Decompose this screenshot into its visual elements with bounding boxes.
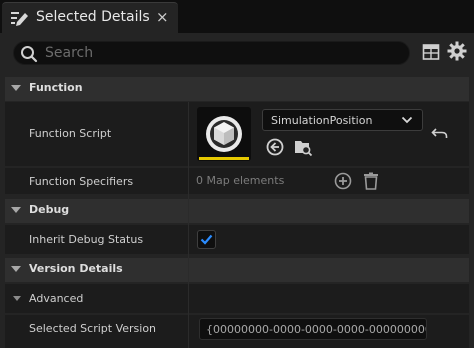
reset-to-default-icon[interactable] [431,126,449,142]
collapse-arrow-icon [11,85,21,91]
add-element-icon[interactable] [333,171,353,191]
table-view-icon[interactable] [422,43,440,61]
search-icon [21,46,38,63]
category-debug[interactable]: Debug [5,199,469,223]
category-label: Version Details [29,262,123,275]
tab-title: Selected Details [36,9,150,25]
collapse-arrow-icon [11,266,21,272]
search-input[interactable] [45,44,400,62]
tab-selected-details[interactable]: Selected Details × [2,2,178,33]
advanced-label: Advanced [29,292,84,305]
tab-bar: Selected Details × [0,0,474,33]
use-selected-asset-icon[interactable] [265,137,285,157]
checkmark-icon [200,234,213,245]
script-version-value: {00000000-0000-0000-0000-0000000000 [206,323,427,336]
inherit-debug-checkbox[interactable] [197,230,216,249]
gear-icon[interactable] [447,41,467,61]
asset-type-bar [199,157,249,160]
collapse-arrow-icon[interactable] [13,296,21,301]
map-elements-count: 0 Map elements [196,174,285,187]
property-label: Function Specifiers [29,175,134,188]
category-label: Debug [29,203,70,216]
edit-details-icon [11,12,28,26]
category-function[interactable]: Function [5,77,469,101]
category-version-details[interactable]: Version Details [5,258,469,282]
function-script-dropdown[interactable]: SimulationPosition [262,109,423,131]
property-row-inherit-debug-status: Inherit Debug Status [5,225,469,254]
niagara-script-icon [206,116,242,152]
category-label: Function [29,81,83,94]
column-divider[interactable] [188,102,189,348]
trash-icon[interactable] [361,171,381,191]
property-label: Selected Script Version [29,322,157,335]
chevron-down-icon [401,116,413,124]
property-label: Function Script [29,127,112,140]
dropdown-value: SimulationPosition [271,114,373,127]
script-version-field[interactable]: {00000000-0000-0000-0000-0000000000 [199,318,427,340]
close-icon[interactable]: × [156,8,169,26]
browse-asset-icon[interactable] [293,137,313,157]
search-bar [13,41,410,65]
property-label: Inherit Debug Status [29,233,144,246]
advanced-group-row[interactable]: Advanced [5,284,469,313]
collapse-arrow-icon [11,207,21,213]
